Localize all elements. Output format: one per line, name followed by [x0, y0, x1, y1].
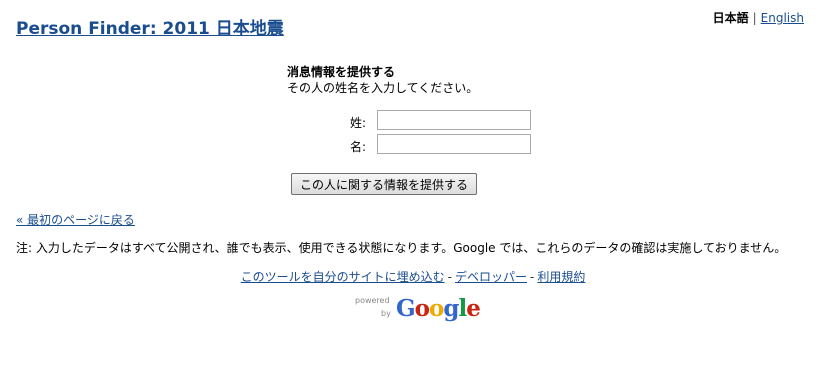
developers-link[interactable]: デベロッパー	[455, 270, 527, 284]
last-name-row: 姓:	[0, 110, 531, 132]
terms-link[interactable]: 利用規約	[537, 270, 585, 284]
footer-links: このツールを自分のサイトに埋め込む - デベロッパー - 利用規約	[0, 268, 826, 285]
footer-separator: -	[447, 270, 452, 284]
first-name-input[interactable]	[377, 134, 531, 154]
provide-info-button[interactable]: この人に関する情報を提供する	[291, 173, 478, 195]
lang-separator: |	[752, 11, 757, 25]
google-wordmark: Google	[396, 295, 481, 322]
public-data-notice: 注: 入力したデータはすべて公開され、誰でも表示、使用できる状態になります。Go…	[16, 241, 787, 255]
language-switcher: 日本語 | English	[713, 9, 804, 26]
google-letter: G	[396, 295, 416, 322]
last-name-label: 姓:	[349, 116, 366, 130]
lang-english-link[interactable]: English	[761, 11, 804, 25]
powered-by-google-logo: powered by Google	[355, 295, 481, 325]
form-title: 消息情報を提供する	[287, 65, 396, 79]
back-to-start-link[interactable]: « 最初のページに戻る	[16, 211, 135, 228]
site-title-link[interactable]: Person Finder: 2011 日本地震	[16, 14, 284, 39]
first-name-row: 名:	[0, 134, 531, 156]
first-name-label: 名:	[349, 140, 366, 154]
google-letter: g	[443, 295, 459, 322]
google-letter: o	[414, 295, 430, 322]
form-instruction: その人の姓名を入力してください。	[287, 81, 479, 95]
embed-tool-link[interactable]: このツールを自分のサイトに埋め込む	[241, 270, 445, 284]
footer-separator: -	[530, 270, 535, 284]
lang-current: 日本語	[712, 11, 749, 25]
last-name-input[interactable]	[377, 110, 531, 130]
powered-text: powered	[355, 296, 390, 305]
google-letter: e	[466, 295, 481, 322]
google-letter: o	[429, 295, 444, 322]
form-heading: 消息情報を提供する その人の姓名を入力してください。	[287, 64, 478, 96]
by-text: by	[381, 309, 391, 318]
